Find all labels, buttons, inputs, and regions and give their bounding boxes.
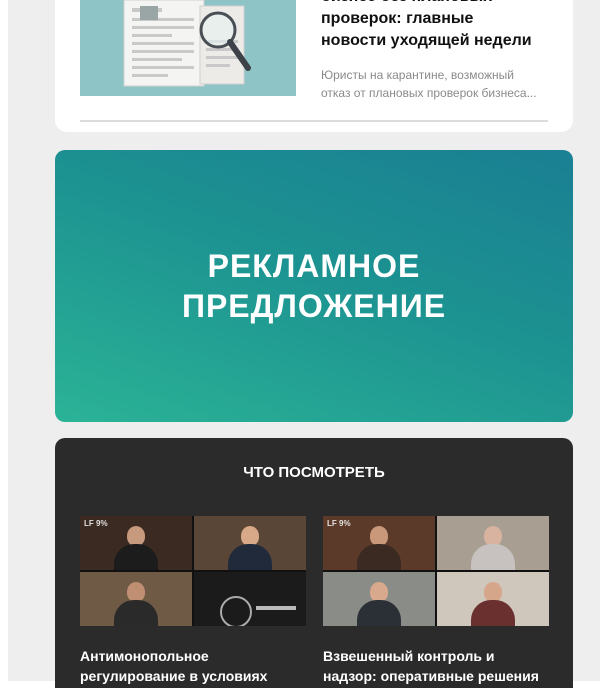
video-tile xyxy=(437,516,549,570)
video-thumbnail[interactable]: LF 9% xyxy=(80,516,306,626)
video-tile xyxy=(323,572,435,626)
video-card[interactable]: LF 9% Взвешенный контроль и надзор: опер… xyxy=(323,516,549,686)
watch-section: ЧТО ПОСМОТРЕТЬ LF 9% Антимонопольное рег… xyxy=(55,438,573,688)
watch-section-title: ЧТО ПОСМОТРЕТЬ xyxy=(243,464,385,481)
ad-banner[interactable]: РЕКЛАМНОЕ ПРЕДЛОЖЕНИЕ xyxy=(55,150,573,422)
ad-text: РЕКЛАМНОЕ ПРЕДЛОЖЕНИЕ xyxy=(181,248,447,324)
video-tile xyxy=(80,572,192,626)
news-thumbnail[interactable] xyxy=(80,0,296,96)
video-card[interactable]: LF 9% Антимонопольное регулирование в ус… xyxy=(80,516,306,686)
newspaper-magnifier-illustration xyxy=(80,0,296,96)
video-tile xyxy=(194,516,306,570)
video-caption[interactable]: Антимонопольное регулирование в условиях xyxy=(80,646,306,686)
video-tile xyxy=(194,572,306,626)
news-description: Юристы на карантине, возможный отказ от … xyxy=(321,68,537,100)
divider xyxy=(80,120,548,122)
video-thumbnail[interactable]: LF 9% xyxy=(323,516,549,626)
news-title[interactable]: бизнес без плановых проверок: главные но… xyxy=(321,0,551,52)
video-tag: LF 9% xyxy=(84,519,108,528)
news-card[interactable]: бизнес без плановых проверок: главные но… xyxy=(55,0,573,132)
video-tile xyxy=(437,572,549,626)
video-tag: LF 9% xyxy=(327,519,351,528)
video-caption[interactable]: Взвешенный контроль и надзор: оперативны… xyxy=(323,646,549,686)
